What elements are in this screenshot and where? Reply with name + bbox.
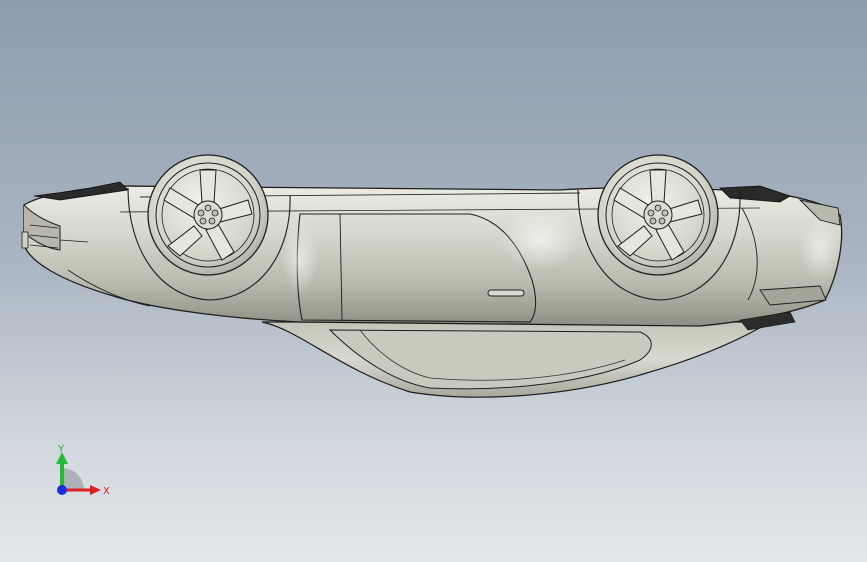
door-handle <box>487 289 525 297</box>
coordinate-triad: Y X <box>56 444 110 497</box>
x-axis-label: X <box>103 486 110 497</box>
car-model[interactable] <box>0 0 867 562</box>
z-axis-dot <box>57 485 67 495</box>
front-wheel <box>147 154 269 276</box>
graphics-viewport[interactable]: Y X <box>0 0 867 562</box>
y-axis-label: Y <box>57 444 65 455</box>
rear-wheel <box>597 154 719 276</box>
